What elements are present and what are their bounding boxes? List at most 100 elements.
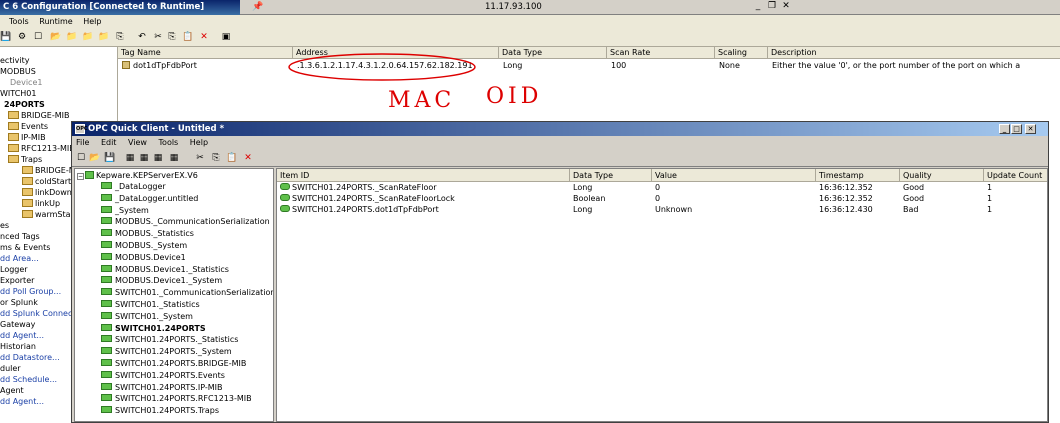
tree-item[interactable]: SWITCH01.24PORTS xyxy=(101,323,206,335)
collapse-icon[interactable]: − xyxy=(77,173,84,180)
tree-item-label: SWITCH01.24PORTS.RFC1213-MIB xyxy=(115,394,252,404)
tree-item[interactable]: SWITCH01._System xyxy=(101,311,193,323)
copy-icon[interactable]: ⎘ xyxy=(210,152,222,164)
add-server-icon[interactable]: ▦ xyxy=(124,152,136,164)
group-icon xyxy=(101,370,112,378)
col-value[interactable]: Value xyxy=(652,169,816,182)
tag-icon xyxy=(280,194,290,201)
tree-item-label: SWITCH01.24PORTS.Events xyxy=(115,370,225,380)
menu-help[interactable]: Help xyxy=(190,138,208,147)
minimize-icon[interactable]: _ xyxy=(999,124,1010,134)
menu-tools[interactable]: Tools xyxy=(159,138,179,147)
group-icon xyxy=(101,252,112,260)
tree-item[interactable]: MODBUS.Device1 xyxy=(101,252,186,264)
group-icon xyxy=(101,193,112,201)
col-data-type[interactable]: Data Type xyxy=(570,169,652,182)
close-icon[interactable]: ✕ xyxy=(1025,124,1036,134)
tree-item[interactable]: _DataLogger.untitled xyxy=(101,193,198,205)
properties-icon[interactable]: ▦ xyxy=(168,152,180,164)
tree-item[interactable]: SWITCH01.24PORTS._Statistics xyxy=(101,335,238,346)
tree-item-label: SWITCH01.24PORTS.BRIDGE-MIB xyxy=(115,359,247,368)
tree-item[interactable]: _System xyxy=(101,205,149,217)
tree-item-label: MODBUS._Statistics xyxy=(115,229,194,239)
cell-text: 16:36:12.430 xyxy=(819,205,873,214)
tree-item-label: MODBUS._CommunicationSerialization xyxy=(115,217,270,227)
cell-quality: Bad xyxy=(903,205,983,214)
group-icon xyxy=(101,182,112,189)
cell-data-type: Boolean xyxy=(573,194,653,203)
group-icon xyxy=(101,276,112,284)
cell-value: 0 xyxy=(655,194,815,203)
cell-text: Bad xyxy=(903,205,919,214)
col-timestamp[interactable]: Timestamp xyxy=(816,169,900,182)
cell-quality: Good xyxy=(903,183,983,192)
tree-item-label: SWITCH01._System xyxy=(115,311,193,321)
col-item-id[interactable]: Item ID xyxy=(277,169,570,182)
cell-update-count: 1 xyxy=(987,183,1045,192)
cell-item-id: SWITCH01.24PORTS.dot1dTpFdbPort xyxy=(280,205,570,214)
cell-item-id: SWITCH01.24PORTS._ScanRateFloorLock xyxy=(280,194,570,203)
tree-item[interactable]: SWITCH01._Statistics xyxy=(101,300,200,311)
tree-item[interactable]: MODBUS._Statistics xyxy=(101,229,194,240)
table-row[interactable]: SWITCH01.24PORTS.dot1dTpFdbPort Long Unkno… xyxy=(277,205,1047,217)
tree-item[interactable]: SWITCH01.24PORTS._System xyxy=(101,347,232,358)
cell-timestamp: 16:36:12.352 xyxy=(819,194,899,203)
tree-item[interactable]: MODBUS._CommunicationSerialization xyxy=(101,217,270,228)
cut-icon[interactable]: ✂ xyxy=(194,152,206,164)
open-icon[interactable]: 📂 xyxy=(89,152,101,164)
add-item-icon[interactable]: ▦ xyxy=(152,152,164,164)
tree-root[interactable]: − Kepware.KEPServerEX.V6 xyxy=(77,171,198,180)
tree-item[interactable]: SWITCH01.24PORTS.RFC1213-MIB xyxy=(101,394,252,405)
tree-item[interactable]: SWITCH01.24PORTS.IP-MIB xyxy=(101,382,223,394)
cell-value: Unknown xyxy=(655,205,815,214)
cell-value: 0 xyxy=(655,183,815,192)
menu-file[interactable]: File xyxy=(76,138,89,147)
cell-data-type: Long xyxy=(573,183,653,192)
cell-text: 16:36:12.352 xyxy=(819,183,873,192)
col-quality[interactable]: Quality xyxy=(900,169,984,182)
tree-item[interactable]: SWITCH01.24PORTS.Events xyxy=(101,370,225,382)
tree-item-label: SWITCH01.24PORTS._System xyxy=(115,347,232,357)
group-icon xyxy=(101,335,112,343)
item-list-header: Item ID Data Type Value Timestamp Qualit… xyxy=(277,169,1047,182)
group-icon xyxy=(101,205,112,213)
menu-view[interactable]: View xyxy=(128,138,147,147)
cell-text: 0 xyxy=(655,194,661,203)
cell-timestamp: 16:36:12.352 xyxy=(819,183,899,192)
tree-item[interactable]: SWITCH01.24PORTS.Traps xyxy=(101,406,219,417)
group-icon xyxy=(101,311,112,319)
tree-item[interactable]: SWITCH01._CommunicationSerialization xyxy=(101,288,273,299)
cell-text: 1 xyxy=(987,183,993,192)
tree-item[interactable]: MODBUS.Device1._System xyxy=(101,276,222,287)
tree-item-label: SWITCH01.24PORTS xyxy=(115,323,206,333)
add-group-icon[interactable]: ▦ xyxy=(138,152,150,164)
tree-item[interactable]: SWITCH01.24PORTS.BRIDGE-MIB xyxy=(101,359,246,370)
tag-icon xyxy=(280,205,290,212)
col-update-count[interactable]: Update Count xyxy=(984,169,1047,182)
item-list: Item ID Data Type Value Timestamp Qualit… xyxy=(276,168,1048,422)
paste-icon[interactable]: 📋 xyxy=(226,152,238,164)
menu-edit[interactable]: Edit xyxy=(101,138,117,147)
cell-text: SWITCH01.24PORTS._ScanRateFloorLock xyxy=(292,194,455,203)
tree-item-label: MODBUS.Device1._Statistics xyxy=(115,264,229,274)
tree-item[interactable]: MODBUS.Device1._Statistics xyxy=(101,264,229,276)
tree-item-label: SWITCH01._Statistics xyxy=(115,300,200,309)
group-icon xyxy=(101,264,112,272)
opc-toolbar: ☐ 📂 💾 ▦ ▦ ▦ ▦ ✂ ⎘ 📋 ✕ xyxy=(72,150,1048,167)
save-icon[interactable]: 💾 xyxy=(104,152,116,164)
cell-text: Long xyxy=(573,205,593,214)
new-icon[interactable]: ☐ xyxy=(75,152,87,164)
cell-text: SWITCH01.24PORTS.dot1dTpFdbPort xyxy=(292,205,439,214)
server-tree: − Kepware.KEPServerEX.V6 _DataLogger _Data… xyxy=(74,168,274,422)
tree-item[interactable]: _DataLogger xyxy=(101,182,166,193)
annotation-oid: OID xyxy=(486,84,543,109)
cell-text: Good xyxy=(903,194,925,203)
maximize-icon[interactable]: □ xyxy=(1011,124,1022,134)
tree-item-label: _DataLogger xyxy=(115,182,166,191)
tree-item-label: MODBUS.Device1._System xyxy=(115,276,223,286)
cell-text: 0 xyxy=(655,183,661,192)
delete-icon[interactable]: ✕ xyxy=(242,152,254,164)
tree-item[interactable]: MODBUS._System xyxy=(101,241,187,252)
cell-text: 1 xyxy=(987,205,993,214)
cell-text: Unknown xyxy=(655,205,693,214)
